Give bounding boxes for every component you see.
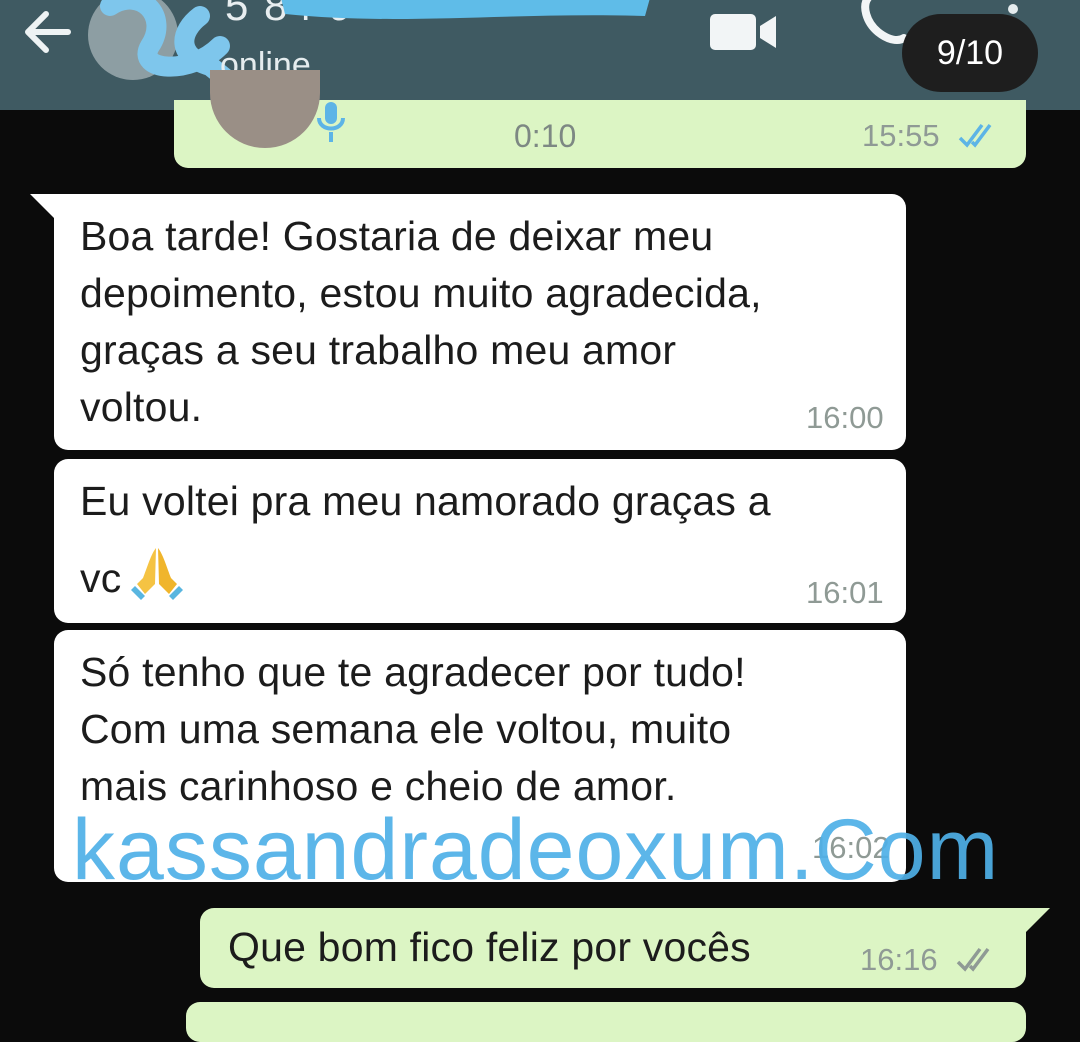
praying-hands-icon (131, 548, 184, 600)
message-line: Só tenho que te agradecer por tudo! (80, 649, 746, 695)
story-counter-badge: 9/10 (902, 14, 1038, 92)
chat-header: 5 84 9 online 9/10 (0, 0, 1080, 110)
message-bubble-outgoing-partial[interactable] (186, 1002, 1026, 1042)
read-ticks-icon (956, 947, 990, 972)
menu-icon[interactable] (1008, 4, 1018, 14)
message-time: 16:16 (860, 942, 938, 977)
message-line: Boa tarde! Gostaria de deixar meu (80, 213, 714, 259)
bubble-tail (30, 194, 56, 220)
message-line: Com uma semana ele voltou, muito (80, 706, 732, 752)
message-line: voltou. (80, 384, 203, 430)
message-text: Boa tarde! Gostaria de deixar meu depoim… (80, 208, 762, 436)
read-ticks-icon (958, 123, 992, 148)
message-line-with-emoji: vc (80, 544, 771, 607)
back-arrow-icon[interactable] (18, 4, 78, 60)
message-time: 16:01 (806, 575, 884, 610)
message-text: Eu voltei pra meu namorado graças a vc (80, 473, 771, 607)
message-line: vc (80, 555, 122, 601)
message-text: Que bom fico feliz por vocês (228, 924, 751, 970)
voice-message-bubble[interactable]: 0:10 15:55 (174, 70, 1026, 168)
microphone-icon (317, 102, 345, 142)
voice-call-icon[interactable] (858, 0, 910, 46)
video-call-icon[interactable] (708, 10, 778, 54)
bubble-tail (1024, 908, 1050, 934)
voice-sender-avatar (210, 70, 320, 148)
message-bubble-incoming[interactable]: Eu voltei pra meu namorado graças a vc 1… (54, 459, 906, 623)
message-bubble-outgoing[interactable]: Que bom fico feliz por vocês 16:16 (200, 908, 1050, 988)
message-time: 16:00 (806, 400, 884, 435)
message-text: Só tenho que te agradecer por tudo! Com … (80, 644, 746, 815)
message-bubble-incoming[interactable]: Boa tarde! Gostaria de deixar meu depoim… (30, 194, 906, 450)
watermark-text: kassandradeoxum.Com (72, 802, 1000, 898)
message-line: graças a seu trabalho meu amor (80, 327, 677, 373)
message-line: Eu voltei pra meu namorado graças a (80, 478, 771, 524)
redaction-scribble (100, 0, 650, 86)
voice-duration: 0:10 (514, 118, 577, 154)
message-line: depoimento, estou muito agradecida, (80, 270, 762, 316)
message-time: 15:55 (862, 118, 940, 153)
